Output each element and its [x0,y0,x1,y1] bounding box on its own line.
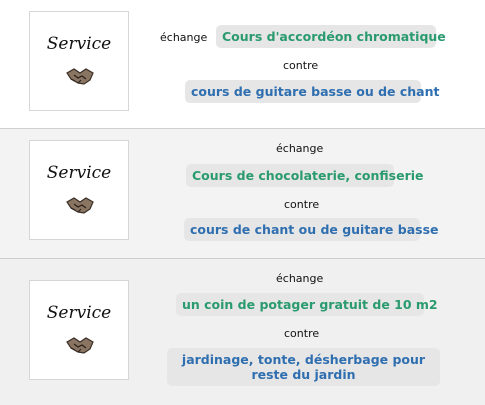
contre-label: contre [283,59,319,72]
offer-tag[interactable]: Cours de chocolaterie, confiserie [186,164,424,187]
exchange-label: échange [276,272,324,285]
offer-tag[interactable]: Cours d'accordéon chromatique [216,25,446,48]
offer-tag[interactable]: un coin de potager gratuit de 10 m2 [176,293,438,316]
exchange-label: échange [276,142,324,155]
service-thumbnail[interactable]: Service [29,140,129,240]
handshake-icon [66,68,94,85]
want-tag[interactable]: jardinage, tonte, désherbage pour reste … [167,348,440,386]
thumbnail-label: Service [46,34,112,54]
want-tag[interactable]: cours de guitare basse ou de chant [185,80,440,103]
service-thumbnail[interactable]: Service [29,11,129,111]
contre-label: contre [284,327,320,340]
exchange-label: échange [160,31,208,44]
handshake-icon [66,197,94,214]
thumbnail-label: Service [46,303,112,323]
service-thumbnail[interactable]: Service [29,280,129,380]
thumbnail-label: Service [46,163,112,183]
listing-item[interactable]: Service échange Cours de chocolaterie, c… [0,129,485,259]
want-tag[interactable]: cours de chant ou de guitare basse [184,218,439,241]
listing-item[interactable]: Service échange Cours d'accordéon chroma… [0,0,485,129]
handshake-icon [66,337,94,354]
listing-item[interactable]: Service échange un coin de potager gratu… [0,259,485,405]
contre-label: contre [284,198,320,211]
